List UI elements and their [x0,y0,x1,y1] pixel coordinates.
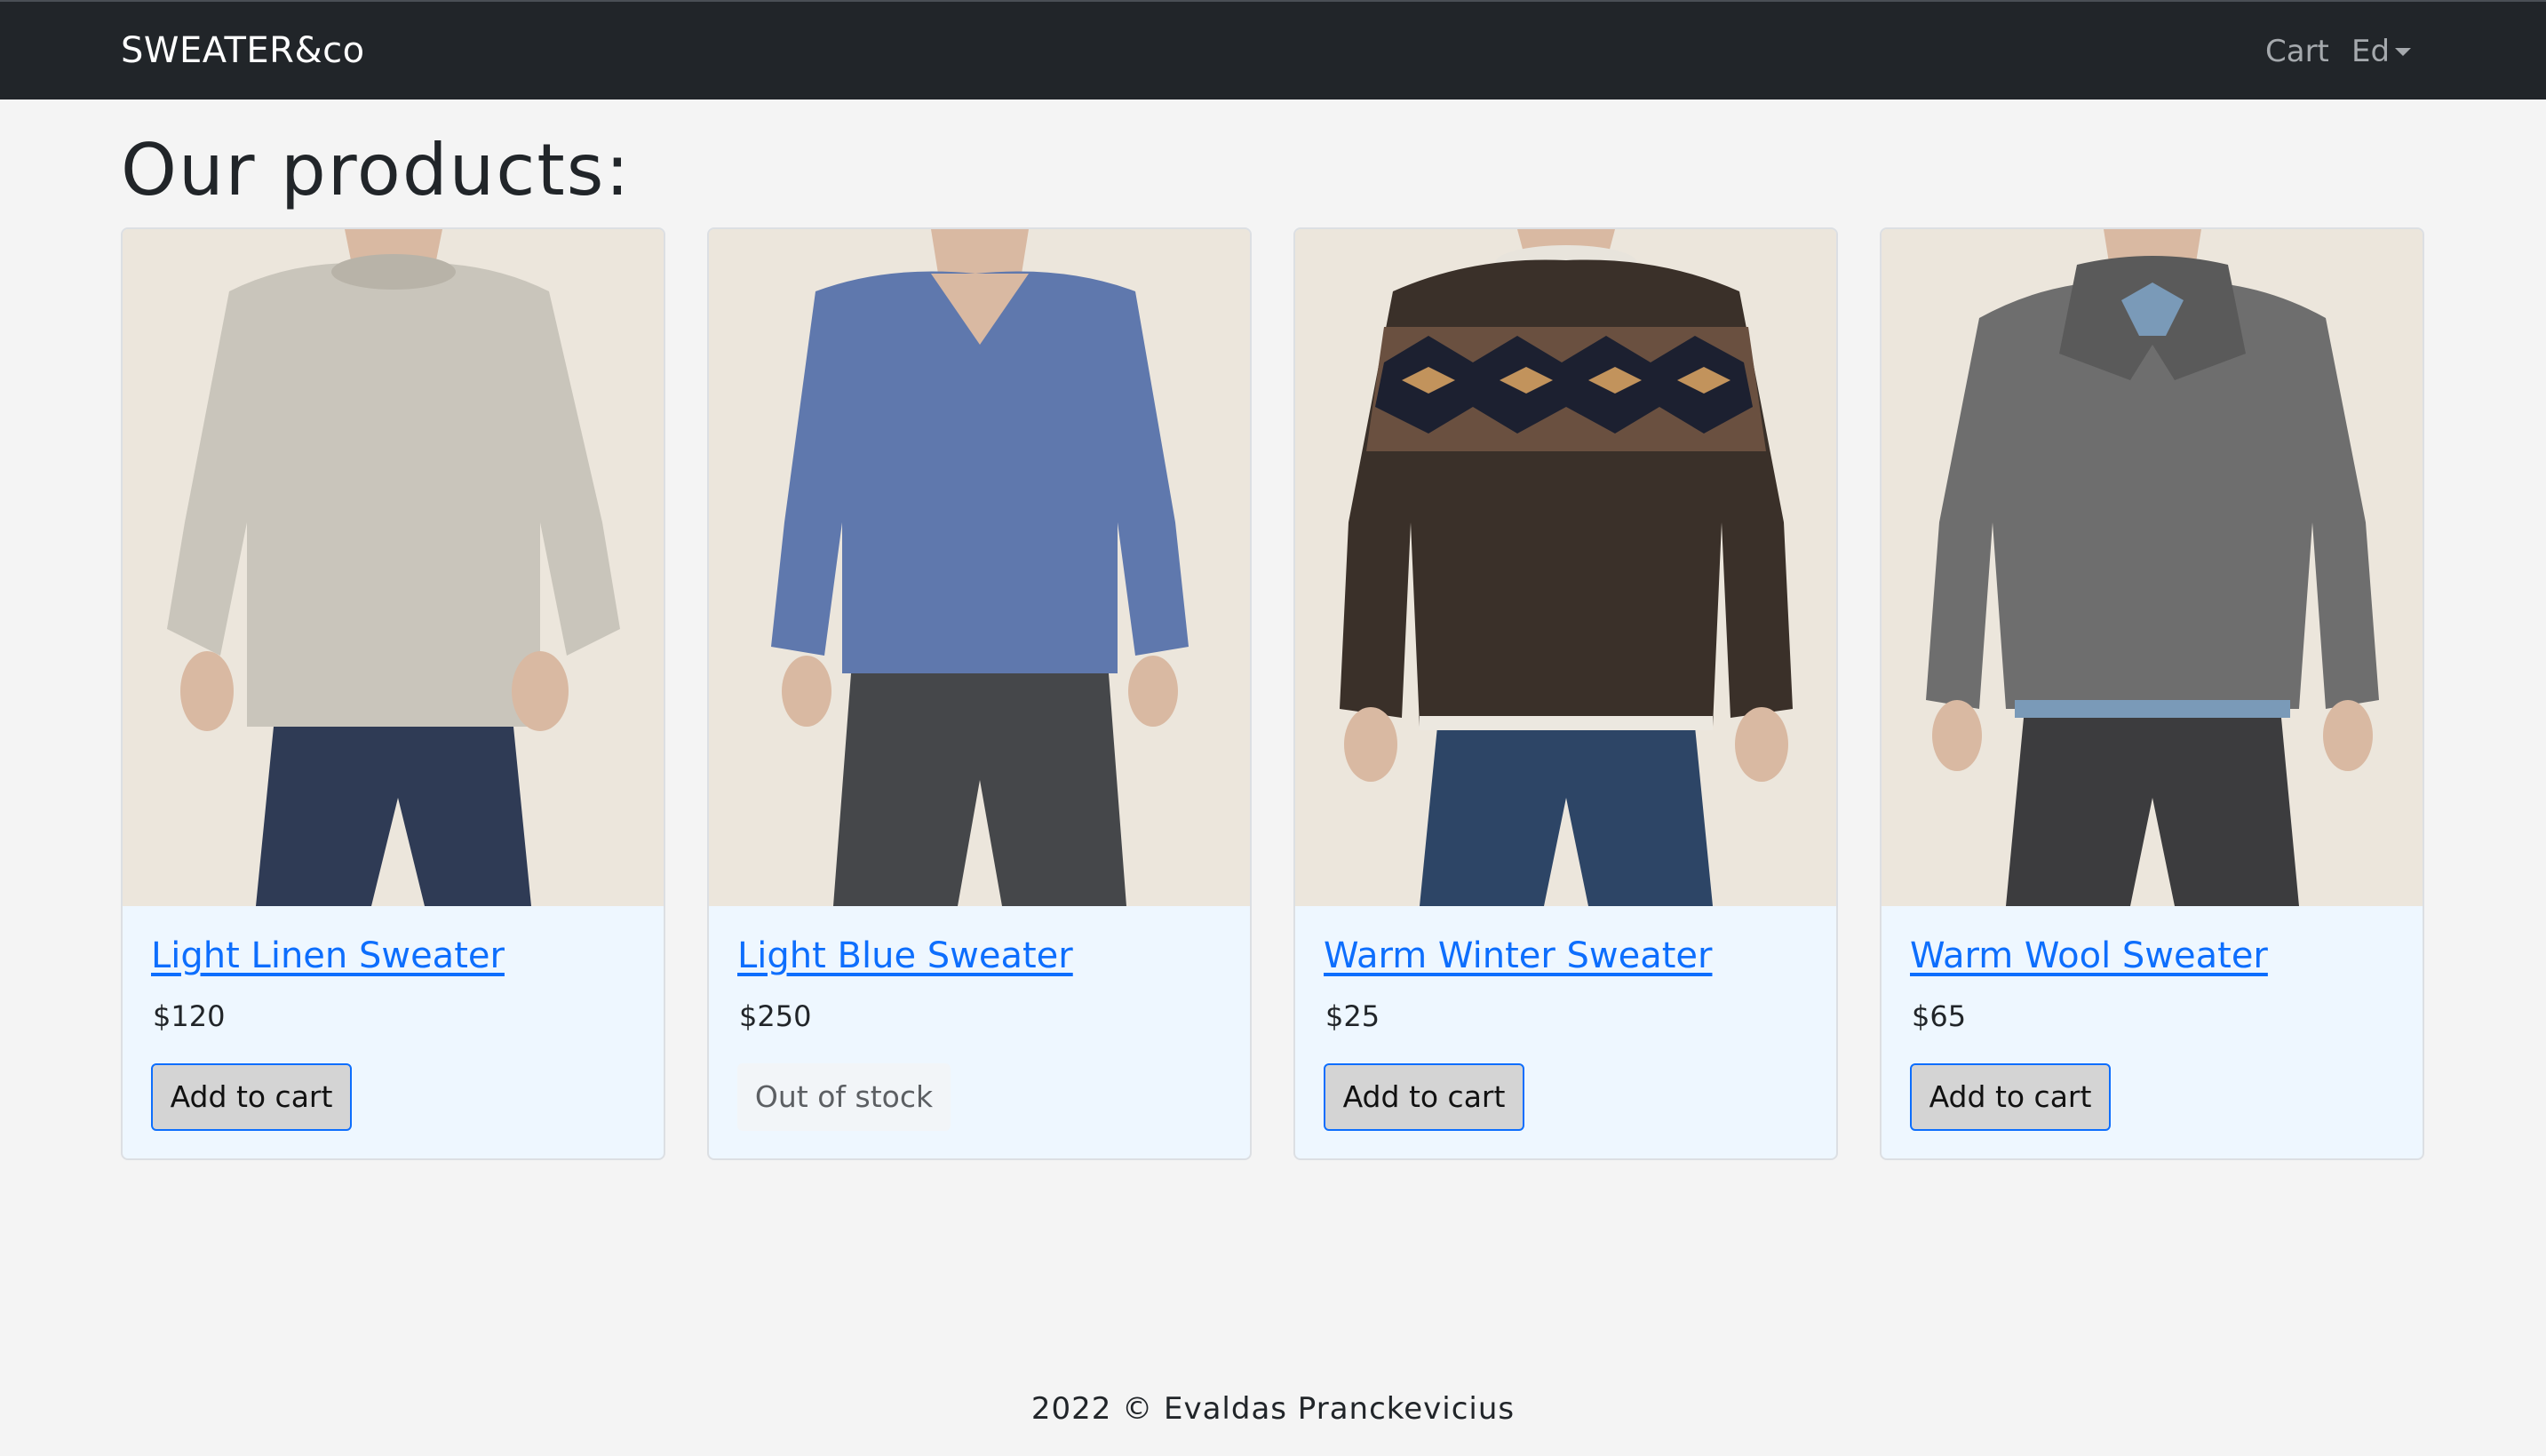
user-menu-label: Ed [2351,34,2391,69]
page-title: Our products: [121,129,632,211]
sweater-model-photo [123,229,664,906]
product-card: Light Linen Sweater $120 Add to cart [121,227,665,1160]
product-image [123,229,664,906]
navbar: SWEATER&co Cart Ed [0,0,2546,99]
footer-copyright: 2022 © Evaldas Pranckevicius [1030,1391,1516,1427]
product-price: $65 [1912,999,1967,1033]
product-title-link[interactable]: Light Blue Sweater [737,931,1073,981]
product-image [709,229,1250,906]
product-title-link[interactable]: Warm Wool Sweater [1910,931,2268,981]
add-to-cart-button[interactable]: Add to cart [1324,1063,1524,1131]
sweater-model-photo [709,229,1250,906]
product-card: Warm Winter Sweater $25 Add to cart [1293,227,1838,1160]
caret-down-icon [2395,48,2412,56]
product-price: $250 [739,999,812,1033]
product-card: Warm Wool Sweater $65 Add to cart [1880,227,2424,1160]
add-to-cart-button[interactable]: Add to cart [1910,1063,2111,1131]
product-price: $120 [153,999,226,1033]
product-title-link[interactable]: Light Linen Sweater [151,931,505,981]
brand-logo-link[interactable]: SWEATER&co [121,25,365,76]
product-price: $25 [1325,999,1380,1033]
out-of-stock-label: Out of stock [737,1063,951,1131]
add-to-cart-button[interactable]: Add to cart [151,1063,352,1131]
product-card: Light Blue Sweater $250 Out of stock [707,227,1252,1160]
user-menu-dropdown[interactable]: Ed [2351,28,2412,75]
product-image [1882,229,2423,906]
nav-cart-link[interactable]: Cart [2265,28,2329,75]
sweater-model-photo [1882,229,2423,906]
product-title-link[interactable]: Warm Winter Sweater [1324,931,1712,981]
sweater-model-photo [1295,229,1836,906]
product-image [1295,229,1836,906]
